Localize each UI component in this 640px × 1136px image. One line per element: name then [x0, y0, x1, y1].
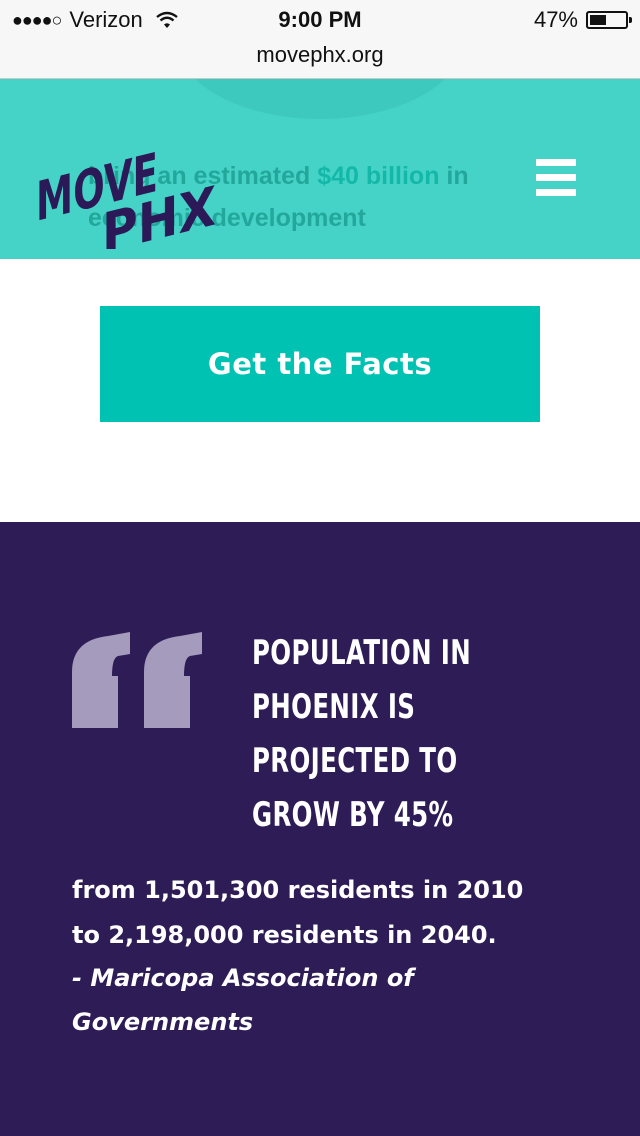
- menu-bar-middle: [536, 174, 576, 181]
- battery-percent: 47%: [533, 7, 578, 32]
- menu-bar-bottom: [536, 189, 576, 196]
- battery-nub: [629, 17, 632, 23]
- population-headline: POPULATION IN PHOENIX IS PROJECTED TO GR…: [252, 626, 511, 842]
- quote-attribution: - Maricopa Association of Governments: [72, 964, 414, 1036]
- headline-line: GROW BY 45%: [252, 795, 454, 835]
- details-line: to 2,198,000 residents in 2040.: [72, 921, 497, 949]
- hamburger-menu-icon[interactable]: [536, 159, 576, 197]
- headline-line: PROJECTED TO: [252, 741, 458, 781]
- population-details: from 1,501,300 residents in 2010 to 2,19…: [72, 868, 572, 958]
- battery-icon: [586, 11, 632, 29]
- status-bar: ●●●●○ Verizon 9:00 PM 47%: [0, 0, 640, 40]
- details-line: from 1,501,300 residents in 2010: [72, 876, 524, 904]
- headline-line: PHOENIX IS: [252, 687, 416, 727]
- movephx-logo[interactable]: MOVE PHX: [36, 109, 226, 249]
- get-the-facts-button[interactable]: Get the Facts: [100, 306, 540, 422]
- url-bar[interactable]: movephx.org: [0, 40, 640, 79]
- battery-fill: [590, 15, 606, 25]
- menu-bar-top: [536, 159, 576, 166]
- site-header: bring an estimated $40 billion in econom…: [0, 79, 640, 259]
- url-text: movephx.org: [256, 42, 384, 67]
- quotation-mark-icon: [72, 632, 202, 728]
- status-right: 47%: [533, 7, 632, 33]
- headline-line: POPULATION IN: [252, 633, 472, 673]
- population-quote-section: POPULATION IN PHOENIX IS PROJECTED TO GR…: [0, 522, 640, 1136]
- hero-text-highlight: $40 billion: [317, 162, 440, 190]
